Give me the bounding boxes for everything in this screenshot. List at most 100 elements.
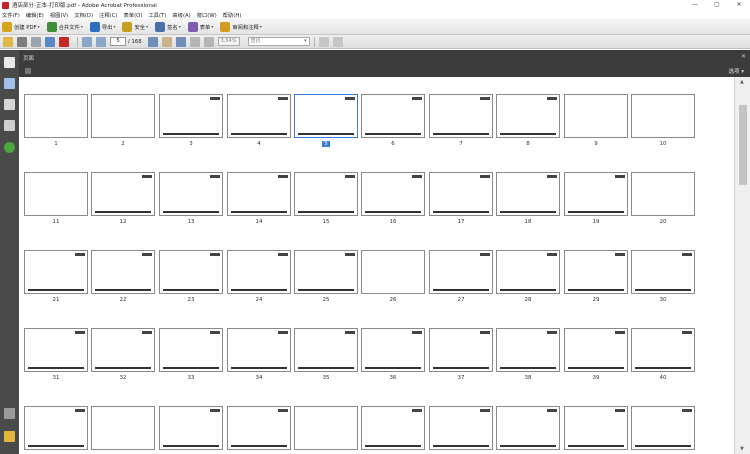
page-thumbnail[interactable]: 8 — [496, 94, 560, 147]
attachments-icon[interactable] — [4, 408, 15, 419]
panel-close-button[interactable]: ✕ — [741, 53, 746, 60]
page-thumbnail[interactable]: 28 — [496, 250, 560, 303]
page-thumbnail[interactable] — [159, 406, 223, 453]
find-input[interactable]: 查找 — [247, 37, 310, 46]
zoom-out-icon[interactable] — [189, 36, 200, 47]
page-thumbnail[interactable]: 21 — [24, 250, 88, 303]
create-pdf-button[interactable]: 创建 PDF ▾ — [2, 20, 40, 33]
page-thumbnail[interactable]: 30 — [631, 250, 695, 303]
select-tool-icon[interactable] — [147, 36, 158, 47]
page-thumbnail[interactable] — [24, 406, 88, 453]
page-thumbnail[interactable] — [631, 406, 695, 453]
page-thumbnail[interactable]: 12 — [91, 172, 155, 225]
fit-page-icon[interactable] — [318, 36, 329, 47]
page-thumbnail[interactable]: 35 — [294, 328, 358, 381]
page-thumbnail[interactable]: 37 — [429, 328, 493, 381]
page-thumbnail[interactable] — [361, 406, 425, 453]
page-thumbnail[interactable]: 9 — [564, 94, 628, 147]
page-thumbnail[interactable]: 29 — [564, 250, 628, 303]
open-folder-icon[interactable] — [3, 36, 13, 47]
page-thumbnail[interactable]: 33 — [159, 328, 223, 381]
hand-tool-icon[interactable] — [161, 36, 172, 47]
maximize-button[interactable]: ▢ — [706, 0, 728, 10]
stop-icon[interactable] — [59, 36, 69, 47]
combine-files-button[interactable]: 合并文件 ▾ — [46, 20, 83, 33]
menu-edit[interactable]: 编辑(E) — [26, 11, 44, 19]
minimize-button[interactable]: — — [684, 0, 706, 10]
forms-button[interactable]: 表单 ▾ — [187, 20, 213, 33]
page-thumbnail[interactable] — [496, 406, 560, 453]
page-thumbnail[interactable]: 25 — [294, 250, 358, 303]
page-thumbnail[interactable]: 20 — [631, 172, 695, 225]
page-number-input[interactable]: 5 — [110, 37, 126, 46]
page-thumbnail[interactable]: 34 — [227, 328, 291, 381]
page-thumbnail[interactable]: 18 — [496, 172, 560, 225]
page-thumbnail[interactable]: 19 — [564, 172, 628, 225]
zoom-in-icon[interactable] — [203, 36, 214, 47]
page-thumbnail[interactable]: 10 — [631, 94, 695, 147]
page-thumbnail[interactable]: 36 — [361, 328, 425, 381]
page-thumbnail[interactable]: 6 — [361, 94, 425, 147]
page-thumbnail[interactable]: 11 — [24, 172, 88, 225]
security-button[interactable]: 安全 ▾ — [122, 20, 148, 33]
comments-icon[interactable] — [4, 431, 15, 442]
page-thumbnail[interactable]: 15 — [294, 172, 358, 225]
close-window-button[interactable]: ✕ — [728, 0, 750, 10]
layers-icon[interactable] — [4, 99, 15, 110]
zoom-tool-icon[interactable] — [175, 36, 186, 47]
menu-advanced[interactable]: 高级(A) — [172, 11, 190, 19]
menu-file[interactable]: 文件(F) — [2, 11, 20, 19]
page-thumbnail[interactable]: 5 — [294, 94, 358, 147]
trash-icon[interactable] — [25, 68, 31, 74]
scroll-up-arrow[interactable]: ▲ — [740, 79, 744, 85]
menu-comments[interactable]: 注释(C) — [99, 11, 117, 19]
page-thumbnail[interactable]: 32 — [91, 328, 155, 381]
signatures-icon[interactable] — [4, 120, 15, 131]
menu-document[interactable]: 文档(D) — [74, 11, 93, 19]
page-thumbnail[interactable] — [294, 406, 358, 453]
page-thumbnail[interactable]: 14 — [227, 172, 291, 225]
pages-icon[interactable] — [4, 57, 15, 68]
vertical-scrollbar[interactable]: ▲ ▼ — [734, 77, 750, 454]
page-thumbnail[interactable]: 27 — [429, 250, 493, 303]
page-thumbnail[interactable] — [429, 406, 493, 453]
email-icon[interactable] — [45, 36, 55, 47]
page-thumbnail[interactable]: 24 — [227, 250, 291, 303]
print-icon[interactable] — [17, 36, 27, 47]
page-thumbnail[interactable]: 40 — [631, 328, 695, 381]
help-icon[interactable] — [4, 142, 15, 153]
sign-button[interactable]: 签名 ▾ — [155, 20, 181, 33]
page-thumbnail[interactable]: 2 — [91, 94, 155, 147]
menu-tools[interactable]: 工具(T) — [148, 11, 166, 19]
page-thumbnail[interactable]: 22 — [91, 250, 155, 303]
page-thumbnail[interactable]: 26 — [361, 250, 425, 303]
export-button[interactable]: 导出 ▾ — [89, 20, 115, 33]
menu-help[interactable]: 帮助(H) — [223, 11, 242, 19]
page-thumbnail[interactable]: 31 — [24, 328, 88, 381]
page-thumbnail[interactable]: 4 — [227, 94, 291, 147]
page-thumbnail[interactable] — [564, 406, 628, 453]
page-thumbnail[interactable] — [227, 406, 291, 453]
prev-page-icon[interactable] — [82, 36, 92, 47]
page-thumbnail[interactable]: 3 — [159, 94, 223, 147]
review-comment-button[interactable]: 审阅和注释 ▾ — [220, 20, 262, 33]
scroll-down-arrow[interactable]: ▼ — [740, 446, 744, 452]
menu-view[interactable]: 视图(V) — [50, 11, 68, 19]
fit-width-icon[interactable] — [332, 36, 343, 47]
next-page-icon[interactable] — [96, 36, 106, 47]
menu-forms[interactable]: 表单(O) — [123, 11, 142, 19]
scrollbar-thumb[interactable] — [739, 105, 747, 185]
save-icon[interactable] — [31, 36, 41, 47]
page-thumbnail[interactable]: 1 — [24, 94, 88, 147]
page-thumbnail[interactable]: 16 — [361, 172, 425, 225]
page-thumbnail[interactable] — [91, 406, 155, 453]
page-thumbnail[interactable]: 17 — [429, 172, 493, 225]
options-menu-button[interactable]: 选项 ▾ — [728, 67, 744, 75]
page-thumbnail[interactable]: 23 — [159, 250, 223, 303]
page-thumbnail[interactable]: 13 — [159, 172, 223, 225]
page-thumbnail[interactable]: 7 — [429, 94, 493, 147]
menu-window[interactable]: 窗口(W) — [197, 11, 217, 19]
zoom-level-field[interactable]: 3.54% — [217, 37, 240, 46]
page-thumbnail[interactable]: 38 — [496, 328, 560, 381]
bookmarks-icon[interactable] — [4, 78, 15, 89]
